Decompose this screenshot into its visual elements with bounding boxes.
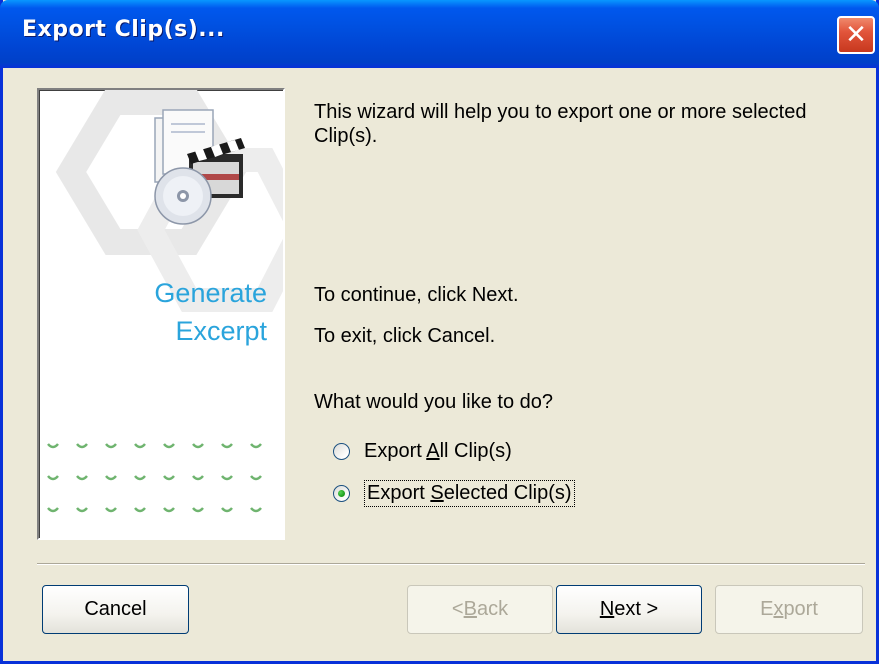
export-selected-mnemonic: S [430, 481, 444, 504]
decorative-dot [250, 443, 262, 449]
export-all-mnemonic: A [426, 439, 440, 462]
next-button[interactable]: Next > [556, 585, 702, 634]
decorative-dot [134, 475, 146, 481]
decorative-dot [221, 507, 233, 513]
export-all-label: Export All Clip(s) [364, 440, 512, 463]
close-icon: ✕ [845, 20, 867, 50]
export-clips-dialog: Export Clip(s)... ✕ Generate Excerpt Thi… [0, 0, 879, 664]
decorative-dot [134, 443, 146, 449]
cancel-button[interactable]: Cancel [42, 585, 189, 634]
decorative-dot [250, 507, 262, 513]
next-mnemonic: N [599, 598, 615, 620]
export-mnemonic: x [773, 598, 784, 620]
decorative-dot [105, 475, 117, 481]
decorative-dot [192, 507, 204, 513]
clapperboard-disc-icon [154, 109, 245, 225]
wizard-side-panel: Generate Excerpt [37, 88, 285, 540]
decorative-dot [221, 475, 233, 481]
decorative-dot [192, 443, 204, 449]
export-all-label-prefix: Export [364, 439, 427, 462]
intro-text: This wizard will help you to export one … [314, 100, 806, 148]
decorative-dot [192, 475, 204, 481]
back-prefix: < [451, 598, 464, 620]
decorative-dot [163, 507, 175, 513]
export-selected-label-prefix: Export [367, 481, 431, 504]
decorative-dot [47, 475, 59, 481]
export-prefix: E [760, 598, 774, 620]
button-separator [37, 563, 865, 565]
title-bar[interactable]: Export Clip(s)... ✕ [0, 0, 879, 68]
export-all-option[interactable]: Export All Clip(s) [333, 437, 512, 465]
question-label: What would you like to do? [314, 391, 554, 413]
decorative-dot [47, 507, 59, 513]
export-all-label-suffix: ll Clip(s) [439, 439, 512, 462]
export-selected-label: Export Selected Clip(s) [364, 479, 575, 507]
intro-line-2: Clip(s). [314, 125, 378, 147]
decorative-dot [76, 475, 88, 481]
next-suffix: ext > [614, 598, 659, 620]
intro-line-1: This wizard will help you to export one … [314, 101, 807, 123]
decorative-dots-pattern [47, 443, 262, 513]
back-mnemonic: B [463, 598, 477, 620]
decorative-dot [221, 443, 233, 449]
close-button[interactable]: ✕ [837, 16, 875, 54]
export-selected-option[interactable]: Export Selected Clip(s) [333, 479, 575, 507]
export-selected-radio[interactable] [333, 484, 350, 502]
dialog-title: Export Clip(s)... [22, 17, 225, 42]
export-suffix: port [783, 598, 818, 620]
decorative-dot [105, 507, 117, 513]
decorative-dot [76, 443, 88, 449]
decorative-dot [134, 507, 146, 513]
side-title-line2: Excerpt [175, 316, 267, 346]
decorative-dot [250, 475, 262, 481]
back-button[interactable]: < Back [407, 585, 553, 634]
side-title-line1: Generate [154, 278, 267, 308]
decorative-dot [105, 443, 117, 449]
export-button[interactable]: Ex port [715, 585, 863, 634]
decorative-dot [76, 507, 88, 513]
decorative-dot [163, 443, 175, 449]
back-suffix: ack [476, 598, 509, 620]
exit-instruction: To exit, click Cancel. [314, 325, 496, 347]
continue-instruction: To continue, click Next. [314, 284, 519, 306]
decorative-dot [163, 475, 175, 481]
decorative-dot [47, 443, 59, 449]
export-all-radio[interactable] [333, 442, 350, 460]
export-selected-label-suffix: elected Clip(s) [443, 481, 572, 504]
